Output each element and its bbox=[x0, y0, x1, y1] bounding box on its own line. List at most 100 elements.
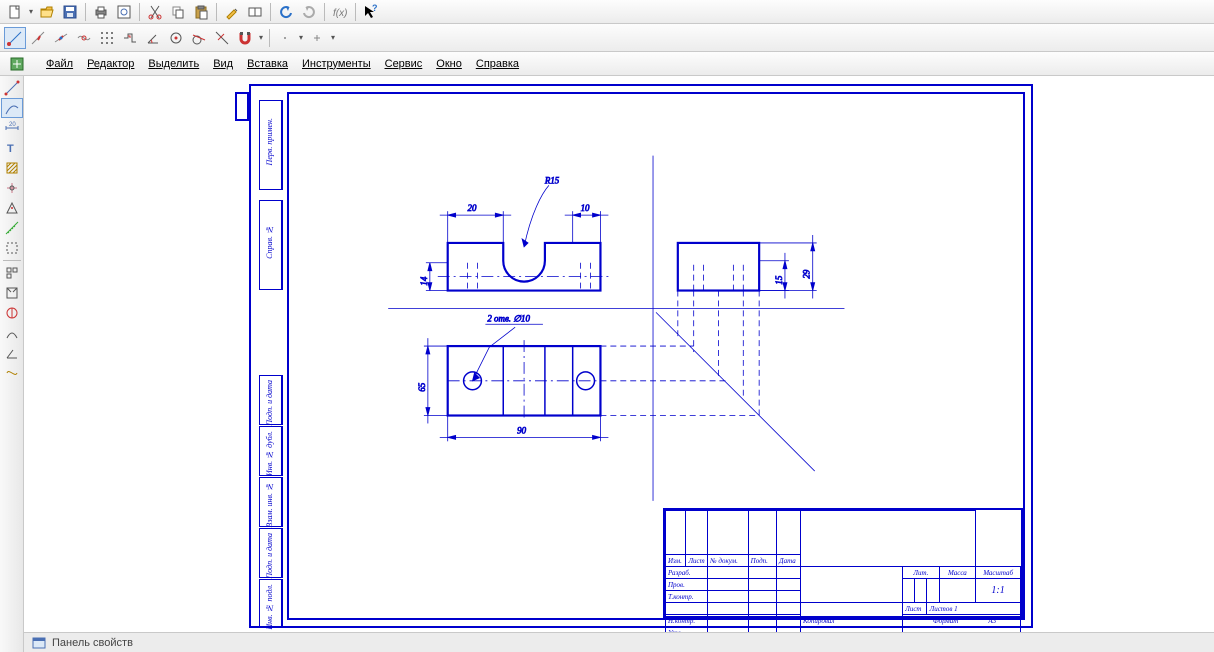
svg-text:T: T bbox=[7, 143, 14, 155]
status-bar: Панель свойств bbox=[24, 632, 1214, 652]
tb-listov: Листов 1 bbox=[927, 603, 1021, 615]
new-dropdown-icon[interactable]: ▾ bbox=[27, 7, 35, 16]
dim-20: 20 bbox=[468, 203, 477, 213]
dim-65: 65 bbox=[417, 382, 427, 391]
menu-view[interactable]: Вид bbox=[213, 58, 233, 70]
status-panel-label: Панель свойств bbox=[52, 637, 133, 649]
tb-formatval: А3 bbox=[988, 617, 996, 627]
dim-29: 29 bbox=[802, 269, 812, 278]
margin-vzam-inv: Взам. инв. № bbox=[265, 482, 274, 528]
cut-icon[interactable] bbox=[144, 1, 166, 23]
menu-bar: Файл Редактор Выделить Вид Вставка Инстр… bbox=[0, 52, 1214, 76]
snap-center-icon[interactable] bbox=[165, 27, 187, 49]
snap-tangent-icon[interactable] bbox=[188, 27, 210, 49]
snap-mid-icon[interactable] bbox=[50, 27, 72, 49]
snap-magnet-icon[interactable] bbox=[234, 27, 256, 49]
dim-10: 10 bbox=[581, 203, 590, 213]
text-icon[interactable]: T bbox=[1, 138, 23, 158]
new-icon[interactable] bbox=[4, 1, 26, 23]
menu-service[interactable]: Сервис bbox=[385, 58, 423, 70]
snap-cfg2-dropdown-icon[interactable]: ▾ bbox=[329, 33, 337, 42]
tb-massa: Масса bbox=[939, 567, 976, 579]
margin-podp-data: Подп. и дата bbox=[265, 380, 274, 426]
snap-perp-icon[interactable] bbox=[211, 27, 233, 49]
menu-help[interactable]: Справка bbox=[476, 58, 519, 70]
menu-insert[interactable]: Вставка bbox=[247, 58, 288, 70]
measure-icon[interactable] bbox=[1, 218, 23, 238]
tb-masshtab: Масштаб bbox=[976, 567, 1021, 579]
panel-icon[interactable] bbox=[30, 635, 48, 651]
binding-column: Перв. примен. Справ. № Подп. и дата Инв.… bbox=[259, 100, 283, 612]
snap-cfg1-icon[interactable] bbox=[274, 27, 296, 49]
undo-icon[interactable] bbox=[275, 1, 297, 23]
inner-frame: Перв. примен. Справ. № Подп. и дата Инв.… bbox=[287, 92, 1025, 620]
tb-scale: 1:1 bbox=[976, 579, 1021, 603]
dim-holes: 2 отв. ∅10 bbox=[487, 313, 530, 323]
menu-editor[interactable]: Редактор bbox=[87, 58, 134, 70]
drawing-canvas[interactable]: Перв. примен. Справ. № Подп. и дата Инв.… bbox=[24, 76, 1214, 632]
preview-icon[interactable] bbox=[113, 1, 135, 23]
properties-icon[interactable] bbox=[221, 1, 243, 23]
hatch-icon[interactable] bbox=[1, 158, 23, 178]
snap-grid-icon[interactable] bbox=[96, 27, 118, 49]
param-icon[interactable] bbox=[1, 198, 23, 218]
geom-line-icon[interactable] bbox=[1, 78, 23, 98]
save-icon[interactable] bbox=[59, 1, 81, 23]
dim-icon[interactable]: 20 bbox=[1, 118, 23, 138]
snap-nearest-icon[interactable] bbox=[27, 27, 49, 49]
select-icon[interactable] bbox=[1, 238, 23, 258]
help-cursor-icon[interactable]: ? bbox=[360, 1, 382, 23]
dim-14: 14 bbox=[419, 276, 429, 285]
margin-inv-podl: Инв. № подл. bbox=[265, 584, 274, 630]
svg-text:f(x): f(x) bbox=[333, 8, 347, 19]
paste-icon[interactable] bbox=[190, 1, 212, 23]
print-icon[interactable] bbox=[90, 1, 112, 23]
tb-kopiroval: Копировал bbox=[803, 617, 903, 627]
snap-cfg2-icon[interactable] bbox=[306, 27, 328, 49]
workspace: 20 T Перв. примен. Справ. № bbox=[0, 76, 1214, 652]
view5-icon[interactable] bbox=[1, 343, 23, 363]
menu-tools[interactable]: Инструменты bbox=[302, 58, 371, 70]
tb-list2: Лист bbox=[903, 603, 927, 615]
dim-15: 15 bbox=[774, 275, 784, 284]
margin-sprav: Справ. № bbox=[265, 225, 274, 259]
snap-dropdown-icon[interactable]: ▾ bbox=[257, 33, 265, 42]
view1-icon[interactable] bbox=[1, 263, 23, 283]
copy-icon[interactable] bbox=[167, 1, 189, 23]
copy-props-icon[interactable] bbox=[244, 1, 266, 23]
snap-angle-icon[interactable] bbox=[142, 27, 164, 49]
tb-podp: Подп. bbox=[748, 555, 776, 567]
redo-icon[interactable] bbox=[298, 1, 320, 23]
geom-curve-icon[interactable] bbox=[1, 98, 23, 118]
view4-icon[interactable] bbox=[1, 323, 23, 343]
edit-icon[interactable] bbox=[1, 178, 23, 198]
menu-select[interactable]: Выделить bbox=[148, 58, 199, 70]
margin-podp-data2: Подп. и дата bbox=[265, 533, 274, 579]
tb-format: Формат bbox=[933, 617, 958, 627]
tb-nkontr: Н.контр. bbox=[666, 615, 708, 627]
tb-ndok: № докум. bbox=[708, 555, 749, 567]
tb-lit: Лит. bbox=[903, 567, 940, 579]
title-block: Изм. Лист № докум. Подп. Дата Разраб. Ли… bbox=[663, 508, 1023, 618]
fx-icon[interactable]: f(x) bbox=[329, 1, 351, 23]
snap-ortho-icon[interactable] bbox=[119, 27, 141, 49]
menu-window[interactable]: Окно bbox=[436, 58, 462, 70]
app-icon[interactable] bbox=[6, 53, 28, 75]
view3-icon[interactable] bbox=[1, 303, 23, 323]
tb-prov: Пров. bbox=[666, 579, 708, 591]
menu-file[interactable]: Файл bbox=[46, 58, 73, 70]
open-icon[interactable] bbox=[36, 1, 58, 23]
snap-intersection-icon[interactable] bbox=[73, 27, 95, 49]
svg-text:20: 20 bbox=[9, 122, 16, 128]
top-left-stub bbox=[235, 92, 249, 121]
format-row: Копировал Формат А3 bbox=[803, 617, 1023, 627]
drawing-sheet: Перв. примен. Справ. № Подп. и дата Инв.… bbox=[249, 84, 1033, 628]
snap-cfg1-dropdown-icon[interactable]: ▾ bbox=[297, 33, 305, 42]
snap-endpoint-icon[interactable] bbox=[4, 27, 26, 49]
margin-perv-primen: Перв. примен. bbox=[265, 118, 274, 165]
dim-90: 90 bbox=[517, 425, 526, 435]
view6-icon[interactable] bbox=[1, 363, 23, 383]
svg-text:?: ? bbox=[372, 4, 378, 13]
tb-tkontr: Т.контр. bbox=[666, 591, 708, 603]
view2-icon[interactable] bbox=[1, 283, 23, 303]
